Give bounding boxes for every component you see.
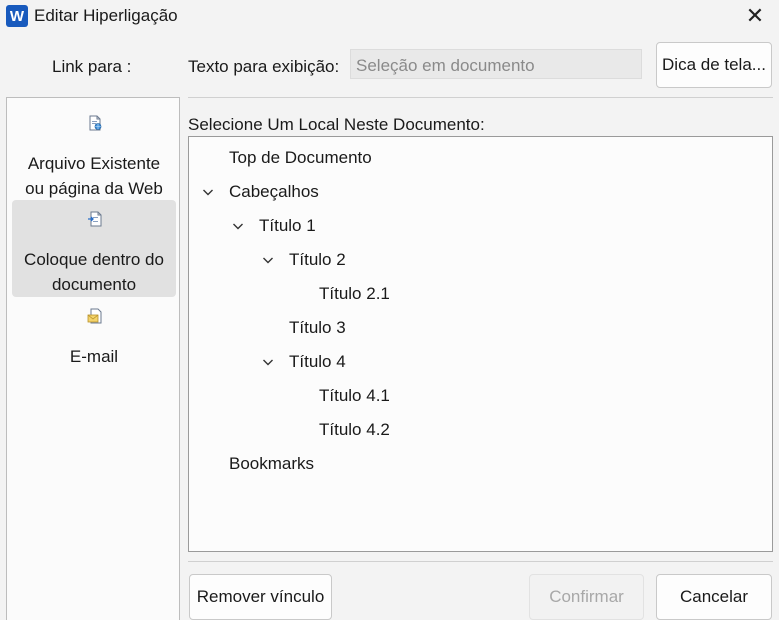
tree-item[interactable]: Top de Documento	[200, 146, 372, 170]
document-web-icon	[89, 115, 102, 131]
tree-item-label: Título 4.2	[319, 420, 390, 439]
link-para-label: Link para :	[52, 57, 132, 76]
tree-item-label: Cabeçalhos	[229, 182, 319, 201]
title-bar: W Editar Hiperligação ✕	[0, 0, 779, 32]
nav-label-line1: Arquivo Existente	[27, 154, 161, 173]
chevron-down-icon[interactable]	[230, 218, 246, 234]
tree-item-label: Top de Documento	[229, 148, 372, 167]
tree-item[interactable]: Título 4.2	[290, 418, 390, 442]
display-text-label: Texto para exibição:	[188, 57, 340, 76]
close-button[interactable]: ✕	[738, 2, 772, 30]
tree-item-label: Título 4.1	[319, 386, 390, 405]
nav-label-line1: E-mail	[69, 347, 119, 366]
tree-item[interactable]: Bookmarks	[200, 452, 314, 476]
word-app-icon: W	[6, 5, 28, 27]
remove-link-button[interactable]: Remover vínculo	[189, 574, 332, 620]
tree-item[interactable]: Título 2.1	[290, 282, 390, 306]
nav-label-line2: ou página da Web	[25, 179, 163, 198]
select-location-label: Selecione Um Local Neste Documento:	[188, 115, 485, 134]
link-to-panel: Arquivo Existente ou página da Web Coloq…	[6, 97, 180, 620]
tree-item-label: Título 2.1	[319, 284, 390, 303]
document-location-tree[interactable]: Top de Documento Cabeçalhos Título 1 Título…	[188, 136, 773, 552]
chevron-down-icon[interactable]	[260, 252, 276, 268]
tree-item-label: Título 2	[289, 250, 346, 269]
tree-item-label: Título 4	[289, 352, 346, 371]
header-separator	[188, 97, 773, 98]
nav-label-line2: documento	[51, 275, 137, 294]
screentip-button[interactable]: Dica de tela...	[656, 42, 772, 88]
dialog-title: Editar Hiperligação	[34, 6, 178, 25]
display-text-input[interactable]: Seleção em documento	[350, 49, 642, 79]
confirm-button[interactable]: Confirmar	[529, 574, 644, 620]
link-to-email[interactable]: E-mail	[12, 301, 176, 381]
tree-item[interactable]: Cabeçalhos	[200, 180, 319, 204]
nav-label-line1: Coloque dentro do	[24, 250, 164, 269]
footer-separator	[188, 561, 773, 562]
tree-item[interactable]: Título 4.1	[290, 384, 390, 408]
link-to-existing-file[interactable]: Arquivo Existente ou página da Web	[12, 101, 176, 198]
close-icon: ✕	[745, 3, 765, 28]
tree-item-label: Título 3	[289, 318, 346, 337]
tree-item[interactable]: Título 3	[260, 316, 346, 340]
cancel-button[interactable]: Cancelar	[656, 574, 772, 620]
email-icon	[87, 308, 102, 324]
link-to-place-in-document[interactable]: Coloque dentro do documento	[12, 200, 176, 297]
tree-item[interactable]: Título 4	[260, 350, 346, 374]
tree-item[interactable]: Título 2	[260, 248, 346, 272]
tree-item[interactable]: Título 1	[230, 214, 316, 238]
chevron-down-icon[interactable]	[260, 354, 276, 370]
tree-item-label: Título 1	[259, 216, 316, 235]
document-place-icon	[88, 211, 102, 227]
chevron-down-icon[interactable]	[200, 184, 216, 200]
tree-item-label: Bookmarks	[229, 454, 315, 473]
